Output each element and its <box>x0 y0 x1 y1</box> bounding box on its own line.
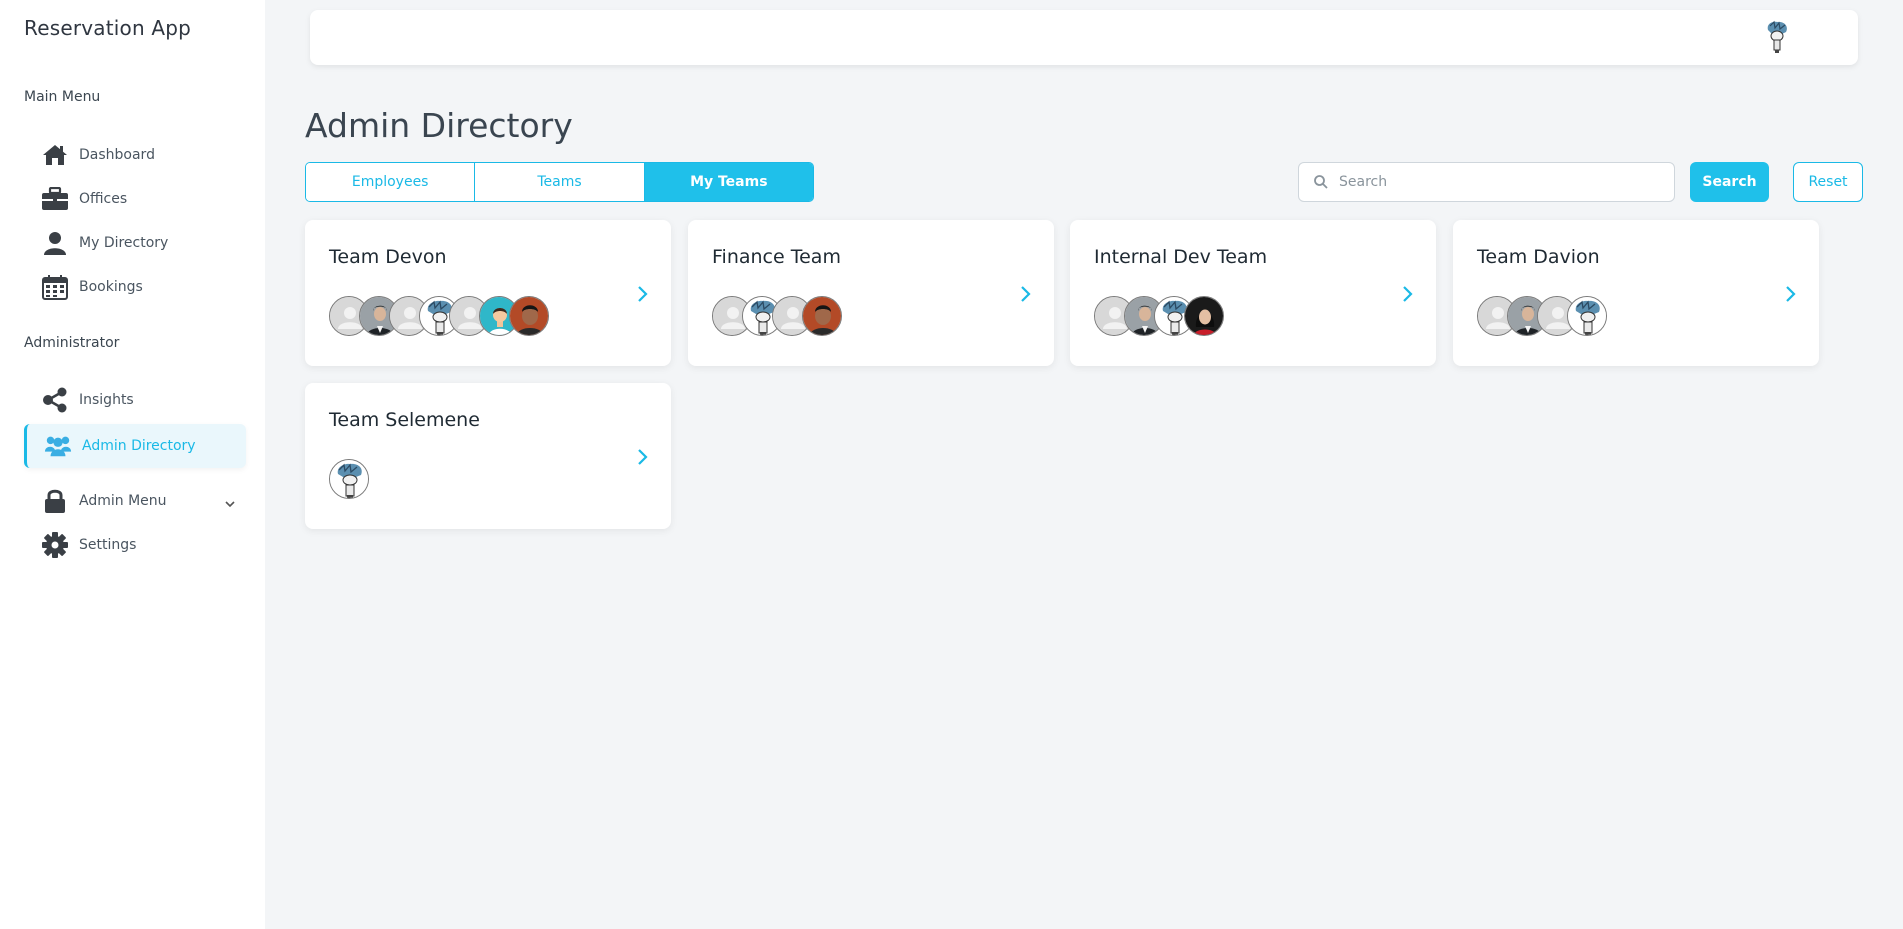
chevron-right-icon <box>1400 284 1414 304</box>
reset-button[interactable]: Reset <box>1793 162 1863 202</box>
member-avatar <box>329 459 369 499</box>
sidebar-item-admin-menu[interactable]: Admin Menu <box>24 479 246 523</box>
team-card[interactable]: Finance Team <box>688 220 1054 366</box>
tab-my-teams[interactable]: My Teams <box>643 163 813 201</box>
chevron-right-icon <box>635 447 649 467</box>
user-icon <box>41 229 69 257</box>
sidebar-item-label: Dashboard <box>79 147 155 163</box>
main-menu-label: Main Menu <box>24 89 101 105</box>
lock-icon <box>41 487 69 515</box>
sidebar-item-admin-directory[interactable]: Admin Directory <box>24 424 246 468</box>
user-avatar[interactable] <box>1762 20 1792 54</box>
sidebar-item-insights[interactable]: Insights <box>24 378 246 422</box>
team-card[interactable]: Internal Dev Team <box>1070 220 1436 366</box>
team-card[interactable]: Team Davion <box>1453 220 1819 366</box>
briefcase-icon <box>41 185 69 213</box>
tab-teams[interactable]: Teams <box>474 163 644 201</box>
search-button[interactable]: Search <box>1690 162 1769 202</box>
sidebar-item-label: Insights <box>79 392 134 408</box>
calendar-icon <box>41 273 69 301</box>
team-avatars <box>712 296 842 336</box>
sidebar-item-label: Offices <box>79 191 128 207</box>
member-avatar <box>509 296 549 336</box>
sidebar-item-offices[interactable]: Offices <box>24 177 246 221</box>
sidebar-item-my-directory[interactable]: My Directory <box>24 221 246 265</box>
sidebar-item-bookings[interactable]: Bookings <box>24 265 246 309</box>
home-icon <box>41 141 69 169</box>
team-name: Team Davion <box>1477 246 1600 268</box>
chevron-right-icon <box>635 284 649 304</box>
team-avatars <box>1094 296 1224 336</box>
team-name: Internal Dev Team <box>1094 246 1268 268</box>
administrator-label: Administrator <box>24 335 120 351</box>
sidebar-item-label: Settings <box>79 537 137 553</box>
sidebar-item-dashboard[interactable]: Dashboard <box>24 133 246 177</box>
users-icon <box>44 432 72 460</box>
search-icon <box>1313 174 1329 190</box>
member-avatar <box>1184 296 1224 336</box>
team-name: Team Selemene <box>329 409 480 431</box>
page-title: Admin Directory <box>305 106 573 145</box>
member-avatar <box>802 296 842 336</box>
team-avatars <box>329 459 369 499</box>
team-avatars <box>1477 296 1607 336</box>
sidebar-item-settings[interactable]: Settings <box>24 523 246 567</box>
chevron-down-icon <box>224 493 236 512</box>
sidebar-item-label: My Directory <box>79 235 169 251</box>
team-avatars <box>329 296 549 336</box>
member-avatar <box>1567 296 1607 336</box>
top-bar <box>310 10 1858 65</box>
chevron-right-icon <box>1783 284 1797 304</box>
team-card[interactable]: Team Devon <box>305 220 671 366</box>
share-icon <box>41 386 69 414</box>
sidebar-item-label: Admin Directory <box>82 438 196 454</box>
sidebar: Reservation App Main Menu Dashboard Offi… <box>0 0 265 929</box>
app-title: Reservation App <box>24 16 192 40</box>
search-field <box>1298 162 1675 202</box>
sidebar-item-label: Bookings <box>79 279 143 295</box>
team-card[interactable]: Team Selemene <box>305 383 671 529</box>
sidebar-item-label: Admin Menu <box>79 493 167 509</box>
tab-employees[interactable]: Employees <box>306 163 475 201</box>
gear-icon <box>41 531 69 559</box>
team-name: Finance Team <box>712 246 841 268</box>
directory-tabs: Employees Teams My Teams <box>305 162 814 202</box>
chevron-right-icon <box>1018 284 1032 304</box>
team-name: Team Devon <box>329 246 447 268</box>
search-input[interactable] <box>1339 174 1659 190</box>
